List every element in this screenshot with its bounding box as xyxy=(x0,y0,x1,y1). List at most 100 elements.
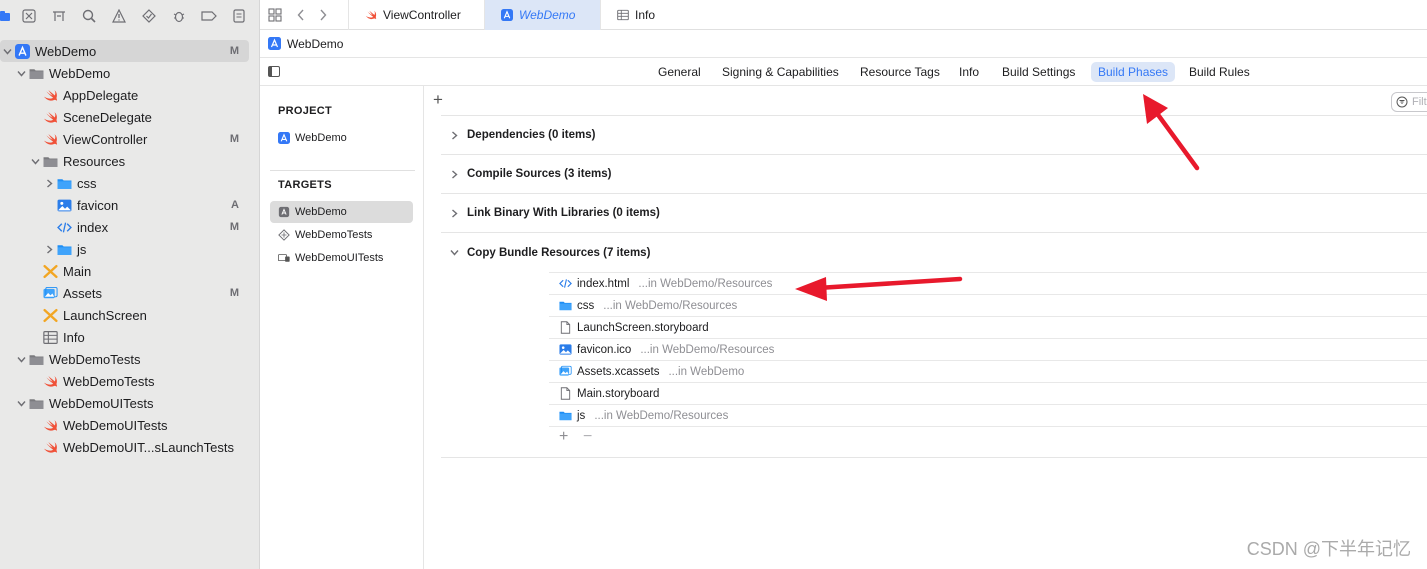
navigator-row[interactable]: WebDemoTests xyxy=(0,370,259,392)
folder-icon xyxy=(28,65,44,81)
settings-tab[interactable]: General xyxy=(651,62,708,82)
symbol-navigator-icon[interactable] xyxy=(44,0,74,32)
navigator-toolbar xyxy=(0,0,259,32)
test-navigator-icon[interactable] xyxy=(134,0,164,32)
target-item[interactable]: WebDemoUITests xyxy=(270,247,413,269)
swift-file-icon xyxy=(42,439,58,455)
disclosure-expanded-icon[interactable] xyxy=(2,46,12,56)
swift-file-icon xyxy=(42,87,58,103)
navigator-row[interactable]: WebDemo xyxy=(0,62,259,84)
xcode-project-icon xyxy=(501,8,513,21)
breakpoint-navigator-icon[interactable] xyxy=(194,0,224,32)
navigator-row[interactable]: favicon A xyxy=(0,194,259,216)
navigator-row[interactable]: WebDemo M xyxy=(0,40,249,62)
settings-tab[interactable]: Build Phases xyxy=(1091,62,1176,82)
resource-row[interactable]: js ...in WebDemo/Resources xyxy=(549,404,1427,426)
disclosure-collapsed-icon[interactable] xyxy=(441,169,467,179)
navigator-row[interactable]: WebDemoTests xyxy=(0,348,259,370)
disclosure-collapsed-icon[interactable] xyxy=(44,244,54,254)
source-control-navigator-icon[interactable] xyxy=(14,0,44,32)
grid-menu-icon[interactable] xyxy=(260,0,290,30)
settings-tab[interactable]: Signing & Capabilities xyxy=(715,62,846,82)
editor-tab[interactable]: WebDemo xyxy=(484,0,600,30)
navigator-row[interactable]: WebDemoUIT...sLaunchTests xyxy=(0,436,259,458)
targets-section-header: TARGETS xyxy=(278,179,332,191)
navigator-row[interactable]: SceneDelegate xyxy=(0,106,259,128)
folder-icon xyxy=(28,351,44,367)
unit-test-target-icon xyxy=(278,229,290,241)
build-phase-header[interactable]: Copy Bundle Resources (7 items) xyxy=(441,233,1427,272)
disclosure-expanded-icon[interactable] xyxy=(16,398,26,408)
search-navigator-icon[interactable] xyxy=(74,0,104,32)
navigator-row[interactable]: css xyxy=(0,172,259,194)
resource-row[interactable]: Main.storyboard xyxy=(549,382,1427,404)
build-phase-header[interactable]: Link Binary With Libraries (0 items) xyxy=(441,194,1427,233)
blue-folder-icon xyxy=(559,409,572,422)
navigator-row[interactable]: index M xyxy=(0,216,259,238)
resource-row[interactable]: index.html ...in WebDemo/Resources xyxy=(549,272,1427,294)
navigator-row[interactable]: WebDemoUITests xyxy=(0,414,259,436)
build-phase-header[interactable]: Compile Sources (3 items) xyxy=(441,155,1427,194)
navigator-row[interactable]: Resources xyxy=(0,150,259,172)
folder-icon xyxy=(28,395,44,411)
navigator-row[interactable]: LaunchScreen xyxy=(0,304,259,326)
document-icon xyxy=(559,321,572,334)
remove-resource-button[interactable]: − xyxy=(583,428,592,446)
disclosure-expanded-icon[interactable] xyxy=(30,156,40,166)
navigator-row[interactable]: Info xyxy=(0,326,259,348)
resource-row[interactable]: LaunchScreen.storyboard xyxy=(549,316,1427,338)
navigator-row[interactable]: ViewController M xyxy=(0,128,259,150)
disclosure-collapsed-icon[interactable] xyxy=(441,130,467,140)
xcode-project-icon xyxy=(268,37,281,50)
target-item[interactable]: WebDemoTests xyxy=(270,224,413,246)
sidebar-toggle-icon[interactable] xyxy=(268,66,280,77)
editor-tabs: ViewController WebDemo Info xyxy=(348,0,690,30)
settings-tab[interactable]: Build Rules xyxy=(1182,62,1257,82)
resource-row[interactable]: css ...in WebDemo/Resources xyxy=(549,294,1427,316)
add-resource-button[interactable]: + xyxy=(559,428,568,446)
disclosure-collapsed-icon[interactable] xyxy=(441,208,467,218)
editor-tab[interactable]: ViewController xyxy=(348,0,484,30)
target-item-label: WebDemoUITests xyxy=(295,252,384,264)
forward-chevron-icon[interactable] xyxy=(312,0,334,30)
app-target-icon xyxy=(278,206,290,218)
asset-catalog-icon xyxy=(559,365,572,378)
storyboard-icon xyxy=(42,307,58,323)
disclosure-expanded-icon[interactable] xyxy=(441,248,467,257)
debug-navigator-icon[interactable] xyxy=(164,0,194,32)
resource-row[interactable]: favicon.ico ...in WebDemo/Resources xyxy=(549,338,1427,360)
jump-bar-label[interactable]: WebDemo xyxy=(287,37,343,51)
filter-icon xyxy=(1396,96,1408,108)
report-navigator-icon[interactable] xyxy=(224,0,254,32)
settings-tab[interactable]: Resource Tags xyxy=(853,62,947,82)
filter-field[interactable]: Filter xyxy=(1391,92,1427,112)
navigator-row[interactable]: Main xyxy=(0,260,259,282)
add-build-phase-button[interactable]: + xyxy=(433,91,443,109)
settings-tab[interactable]: Info xyxy=(952,62,986,82)
project-target-list: PROJECT WebDemo TARGETS WebDemo WebDemoTe… xyxy=(260,86,424,569)
target-item-label: WebDemo xyxy=(295,206,347,218)
target-item[interactable]: WebDemo xyxy=(270,201,413,223)
project-item[interactable]: WebDemo xyxy=(270,127,413,149)
navigator-row[interactable]: AppDelegate xyxy=(0,84,259,106)
resource-name: index.html xyxy=(577,277,630,290)
issue-navigator-icon[interactable] xyxy=(104,0,134,32)
editor-area: ViewController WebDemo Info WebDemo Genera… xyxy=(260,0,1427,569)
resource-location: ...in WebDemo/Resources xyxy=(638,277,773,290)
disclosure-expanded-icon[interactable] xyxy=(16,68,26,78)
editor-tab[interactable]: Info xyxy=(600,0,690,30)
navigator-row-label: Main xyxy=(63,263,92,279)
disclosure-expanded-icon[interactable] xyxy=(16,354,26,364)
navigator-row-label: WebDemoTests xyxy=(49,351,141,367)
disclosure-collapsed-icon[interactable] xyxy=(44,178,54,188)
blue-folder-icon xyxy=(559,299,572,312)
settings-tab[interactable]: Build Settings xyxy=(995,62,1082,82)
navigator-row[interactable]: js xyxy=(0,238,259,260)
navigator-row[interactable]: WebDemoUITests xyxy=(0,392,259,414)
navigator-row[interactable]: Assets M xyxy=(0,282,259,304)
build-phase-header[interactable]: Dependencies (0 items) xyxy=(441,116,1427,155)
navigator-row-label: js xyxy=(77,241,87,257)
resource-row[interactable]: Assets.xcassets ...in WebDemo xyxy=(549,360,1427,382)
project-navigator-icon[interactable] xyxy=(0,0,14,32)
back-chevron-icon[interactable] xyxy=(290,0,312,30)
